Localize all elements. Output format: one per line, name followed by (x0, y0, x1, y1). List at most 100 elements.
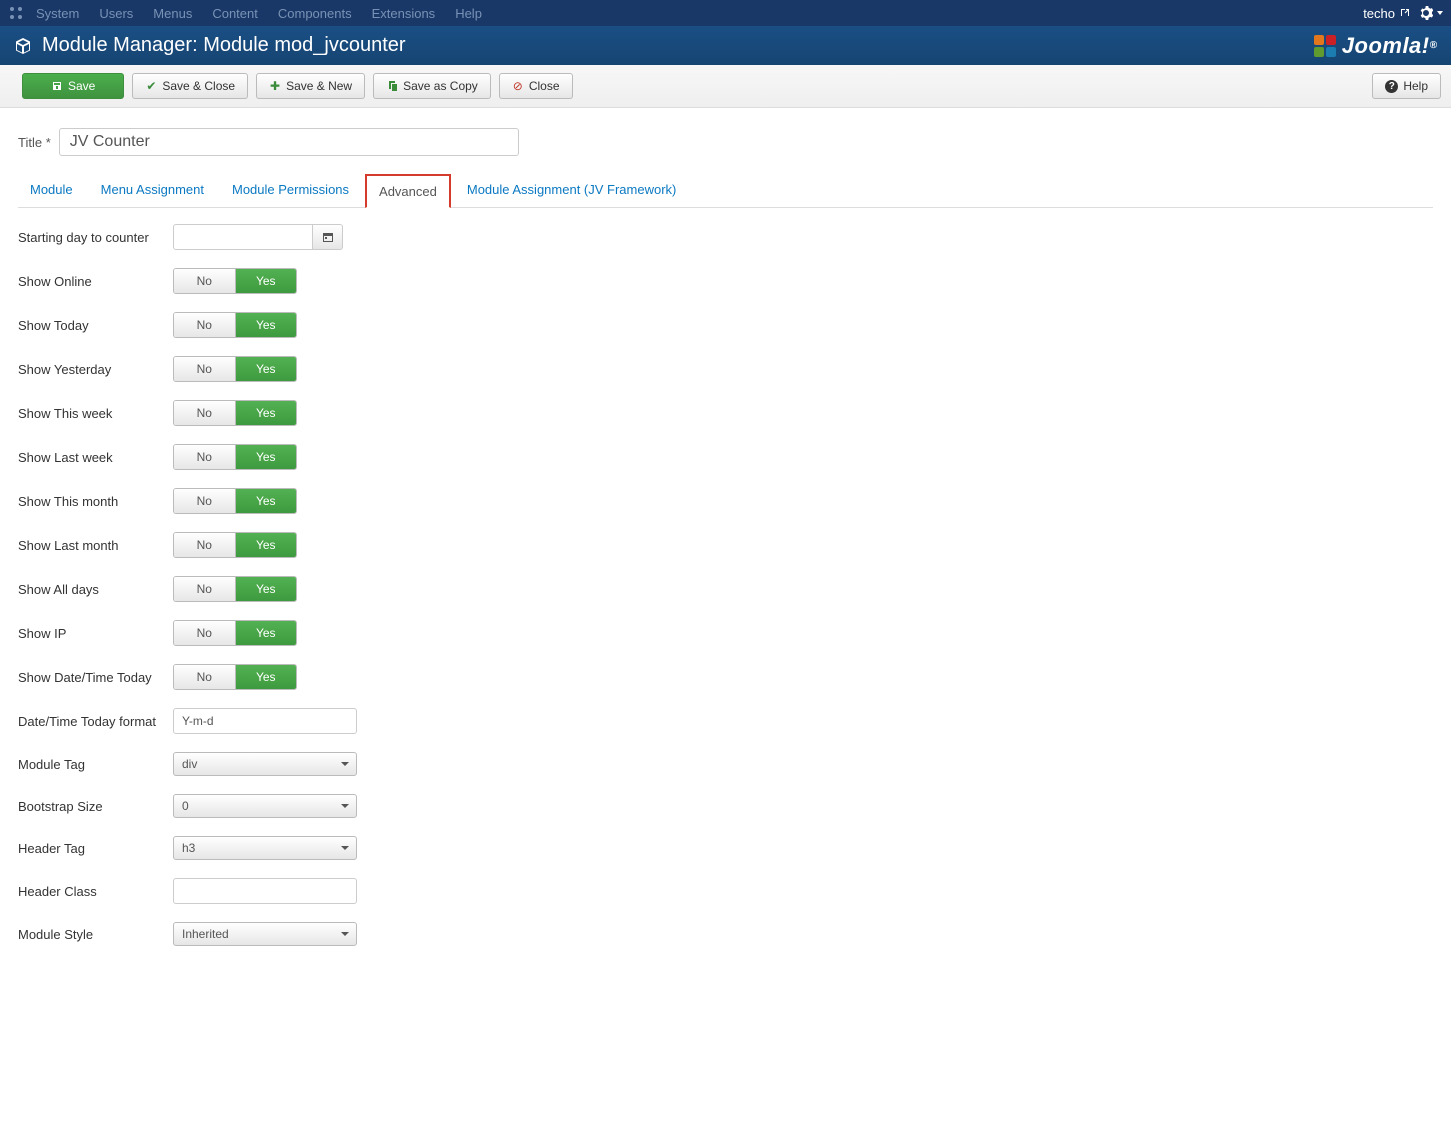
input-header-class[interactable] (173, 878, 357, 904)
save-button[interactable]: Save (22, 73, 124, 99)
toggle-show-online-no[interactable]: No (174, 269, 236, 293)
nav-system[interactable]: System (28, 6, 87, 21)
toggle-show-last-month-no[interactable]: No (174, 533, 236, 557)
calendar-button[interactable] (313, 224, 343, 250)
nav-content[interactable]: Content (204, 6, 266, 21)
toggle-show-ip-no[interactable]: No (174, 621, 236, 645)
toggle-show-date-time-today: NoYes (173, 664, 297, 690)
toggle-show-yesterday-yes[interactable]: Yes (236, 357, 297, 381)
page-title-wrap: Module Manager: Module mod_jvcounter (14, 34, 406, 57)
top-nav-left: System Users Menus Content Components Ex… (8, 5, 490, 21)
save-copy-button[interactable]: Save as Copy (373, 73, 491, 99)
page-title: Module Manager: Module mod_jvcounter (42, 34, 406, 57)
joomla-logo-text: Joomla! (1342, 33, 1430, 59)
gear-icon (1419, 6, 1433, 20)
toggle-show-this-month-yes[interactable]: Yes (236, 489, 297, 513)
form: Starting day to counter Show OnlineNoYes… (18, 208, 1433, 946)
help-icon: ? (1385, 80, 1398, 93)
label-module-style: Module Style (18, 927, 173, 942)
toggle-show-date-time-today-yes[interactable]: Yes (236, 665, 297, 689)
toggle-show-date-time-today-no[interactable]: No (174, 665, 236, 689)
input-starting-day[interactable] (173, 224, 313, 250)
toggle-show-last-week-yes[interactable]: Yes (236, 445, 297, 469)
title-row: Title * (18, 128, 1433, 156)
toggle-show-last-week-no[interactable]: No (174, 445, 236, 469)
toggle-show-this-month-no[interactable]: No (174, 489, 236, 513)
select-module-tag[interactable]: div (173, 752, 357, 776)
toggle-show-this-week-yes[interactable]: Yes (236, 401, 297, 425)
save-close-button[interactable]: ✔ Save & Close (132, 73, 248, 99)
nav-menus[interactable]: Menus (145, 6, 200, 21)
toggle-show-all-days: NoYes (173, 576, 297, 602)
title-label: Title * (18, 135, 51, 150)
label-show-ip: Show IP (18, 626, 173, 641)
tab-module-assignment-jv[interactable]: Module Assignment (JV Framework) (455, 174, 689, 207)
label-show-date-time-today: Show Date/Time Today (18, 670, 173, 685)
help-button[interactable]: ? Help (1372, 73, 1441, 99)
save-copy-label: Save as Copy (403, 79, 478, 93)
row-header-tag: Header Tag h3 (18, 836, 1433, 860)
label-show-online: Show Online (18, 274, 173, 289)
row-header-class: Header Class (18, 878, 1433, 904)
apply-icon (51, 80, 63, 92)
label-show-last-month: Show Last month (18, 538, 173, 553)
toolbar: Save ✔ Save & Close ✚ Save & New Save as… (0, 65, 1451, 108)
toggle-show-last-month-yes[interactable]: Yes (236, 533, 297, 557)
save-new-label: Save & New (286, 79, 352, 93)
tab-advanced[interactable]: Advanced (365, 174, 451, 208)
joomla-logo-icon (1314, 35, 1336, 57)
tab-menu-assignment[interactable]: Menu Assignment (89, 174, 216, 207)
toggle-show-all-days-no[interactable]: No (174, 577, 236, 601)
row-bootstrap-size: Bootstrap Size 0 (18, 794, 1433, 818)
label-show-this-month: Show This month (18, 494, 173, 509)
tab-module[interactable]: Module (18, 174, 85, 207)
label-show-last-week: Show Last week (18, 450, 173, 465)
select-bootstrap-size[interactable]: 0 (173, 794, 357, 818)
toggle-show-yesterday-no[interactable]: No (174, 357, 236, 381)
close-label: Close (529, 79, 560, 93)
input-datetime-format[interactable] (173, 708, 357, 734)
select-header-tag[interactable]: h3 (173, 836, 357, 860)
label-starting-day: Starting day to counter (18, 230, 173, 245)
settings-menu[interactable] (1419, 6, 1443, 20)
toggle-show-ip-yes[interactable]: Yes (236, 621, 297, 645)
toggle-show-this-week-no[interactable]: No (174, 401, 236, 425)
label-show-today: Show Today (18, 318, 173, 333)
toggle-show-all-days-yes[interactable]: Yes (236, 577, 297, 601)
caret-down-icon (1437, 11, 1443, 15)
close-button[interactable]: ⊘ Close (499, 73, 573, 99)
nav-extensions[interactable]: Extensions (364, 6, 444, 21)
nav-users[interactable]: Users (91, 6, 141, 21)
row-show-all-days: Show All daysNoYes (18, 576, 1433, 602)
tabs: Module Menu Assignment Module Permission… (18, 174, 1433, 208)
title-input[interactable] (59, 128, 519, 156)
toggle-show-today-yes[interactable]: Yes (236, 313, 297, 337)
page-header: Module Manager: Module mod_jvcounter Joo… (0, 26, 1451, 65)
label-header-tag: Header Tag (18, 841, 173, 856)
check-icon: ✔ (145, 80, 157, 92)
toggle-show-this-week: NoYes (173, 400, 297, 426)
calendar-icon (322, 231, 334, 243)
row-show-today: Show TodayNoYes (18, 312, 1433, 338)
module-icon (14, 37, 32, 55)
toggle-show-online: NoYes (173, 268, 297, 294)
toggle-show-online-yes[interactable]: Yes (236, 269, 297, 293)
close-icon: ⊘ (512, 80, 524, 92)
tab-module-permissions[interactable]: Module Permissions (220, 174, 361, 207)
content: Title * Module Menu Assignment Module Pe… (0, 128, 1451, 946)
row-show-last-month: Show Last monthNoYes (18, 532, 1433, 558)
nav-help[interactable]: Help (447, 6, 490, 21)
row-show-ip: Show IPNoYes (18, 620, 1433, 646)
select-module-style[interactable]: Inherited (173, 922, 357, 946)
top-nav: System Users Menus Content Components Ex… (0, 0, 1451, 26)
save-new-button[interactable]: ✚ Save & New (256, 73, 365, 99)
row-show-this-month: Show This monthNoYes (18, 488, 1433, 514)
nav-components[interactable]: Components (270, 6, 360, 21)
save-label: Save (68, 79, 95, 93)
toggle-show-today-no[interactable]: No (174, 313, 236, 337)
row-show-last-week: Show Last weekNoYes (18, 444, 1433, 470)
label-header-class: Header Class (18, 884, 173, 899)
toggle-show-today: NoYes (173, 312, 297, 338)
user-menu[interactable]: techo (1363, 6, 1411, 21)
label-module-tag: Module Tag (18, 757, 173, 772)
